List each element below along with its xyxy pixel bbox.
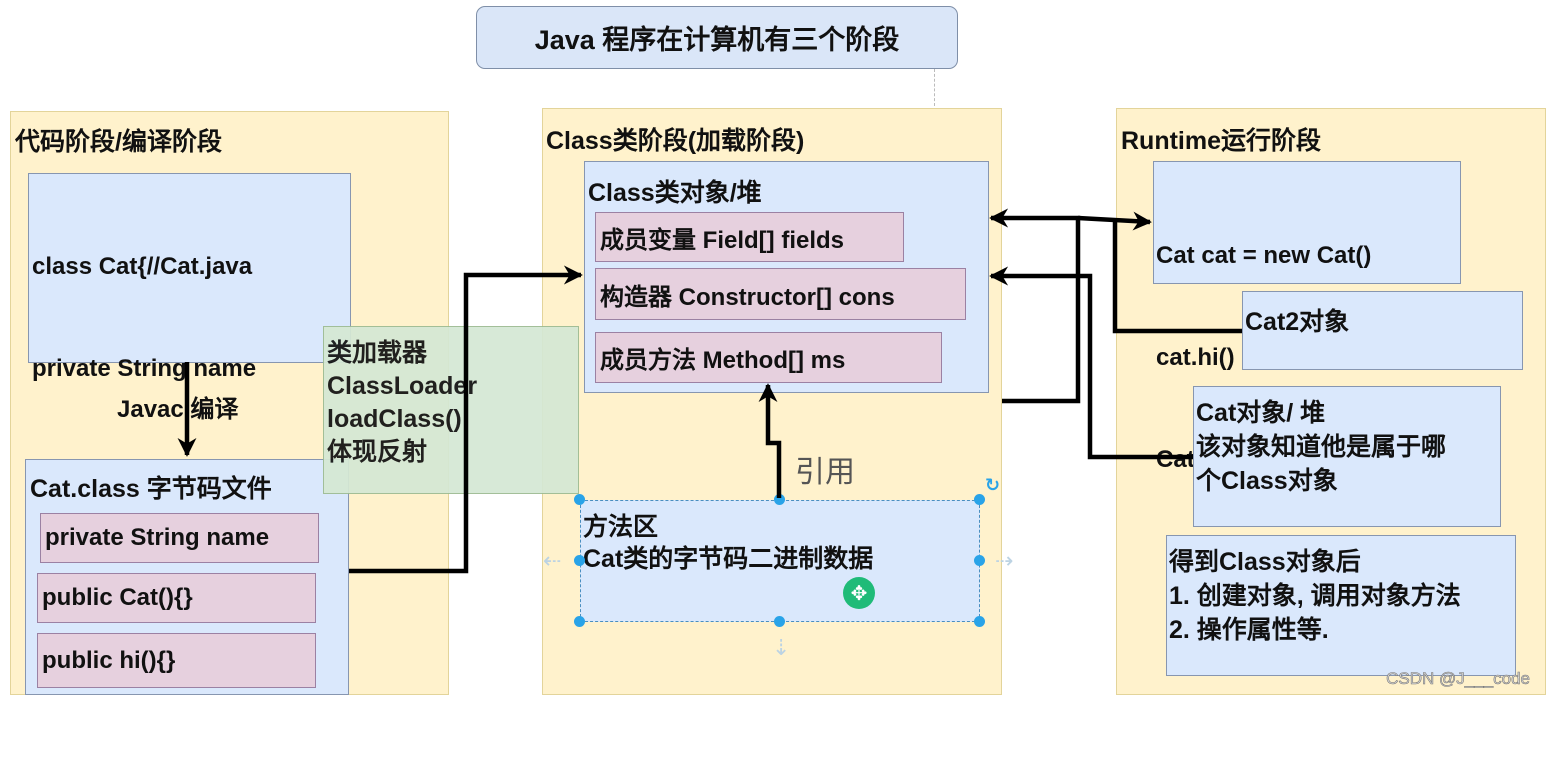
method-area-line: 方法区 [583, 513, 659, 541]
loading-stage-title: Class类阶段(加载阶段) [546, 127, 805, 155]
classloader-line: ClassLoader [327, 372, 478, 400]
javac-compile-label: Javac 编译 [117, 396, 239, 423]
resize-handle-se[interactable] [974, 616, 985, 627]
cat2-object-label: Cat2对象 [1245, 308, 1350, 336]
resize-handle-sw[interactable] [574, 616, 585, 627]
method-area-text: 方法区 Cat类的字节码二进制数据 [583, 511, 873, 575]
resize-handle-nw[interactable] [574, 494, 585, 505]
bytecode-item[interactable]: public Cat(){} [37, 573, 316, 623]
runtime-code-box[interactable]: Cat cat = new Cat() cat.hi() Cat cat2 = … [1153, 161, 1461, 473]
runtime-stage-title: Runtime运行阶段 [1121, 127, 1322, 155]
diagram-title[interactable]: Java 程序在计算机有三个阶段 [476, 6, 958, 69]
class-member-methods[interactable]: 成员方法 Method[] ms [595, 332, 942, 383]
resize-handle-e[interactable] [974, 555, 985, 566]
method-area-box[interactable]: 方法区 Cat类的字节码二进制数据 [580, 500, 980, 622]
class-object-runtime-arrow [989, 208, 1081, 404]
classloader-line: 类加载器 [327, 339, 428, 367]
class-object-title: Class类对象/堆 [588, 179, 762, 207]
class-member-fields[interactable]: 成员变量 Field[] fields [595, 212, 904, 262]
ghost-arrow-left-icon[interactable]: ⇠ [543, 548, 561, 574]
after-class-text: 得到Class对象后 1. 创建对象, 调用对象方法 2. 操作属性等. [1169, 545, 1461, 647]
source-code-box[interactable]: class Cat{//Cat.java private String name… [28, 173, 351, 688]
cat-heap-line: 个Class对象 [1196, 467, 1338, 495]
after-class-line: 2. 操作属性等. [1169, 616, 1329, 644]
bytecode-item[interactable]: private String name [40, 513, 319, 563]
after-class-line: 得到Class对象后 [1169, 548, 1361, 576]
source-line: class Cat{//Cat.java [32, 253, 253, 280]
move-icon-glyph: ✥ [850, 582, 868, 605]
reference-label: 引用 [795, 456, 855, 489]
method-area-line: Cat类的字节码二进制数据 [583, 545, 874, 573]
rotate-handle-icon[interactable]: ↻ [985, 475, 1000, 496]
bytecode-item[interactable]: public hi(){} [37, 633, 316, 688]
cat-heap-line: Cat对象/ 堆 [1196, 399, 1326, 427]
after-class-line: 1. 创建对象, 调用对象方法 [1169, 582, 1461, 610]
cat2-object-box[interactable]: Cat2对象 [1242, 291, 1523, 370]
guide-line [934, 69, 935, 106]
runtime-code-line: Cat cat = new Cat() [1156, 242, 1372, 269]
resize-handle-s[interactable] [774, 616, 785, 627]
resize-handle-n[interactable] [774, 494, 785, 505]
ghost-arrow-right-icon[interactable]: ⇢ [995, 548, 1013, 574]
ghost-arrow-down-icon[interactable]: ⇣ [772, 635, 790, 661]
class-member-text: 成员方法 Method[] ms [600, 347, 846, 374]
after-class-object-box[interactable]: 得到Class对象后 1. 创建对象, 调用对象方法 2. 操作属性等. [1166, 535, 1516, 676]
cat-heap-object-box[interactable]: Cat对象/ 堆 该对象知道他是属于哪 个Class对象 [1193, 386, 1501, 527]
cat-heap-text: Cat对象/ 堆 该对象知道他是属于哪 个Class对象 [1196, 396, 1446, 498]
resize-handle-w[interactable] [574, 555, 585, 566]
compile-stage-title: 代码阶段/编译阶段 [15, 128, 222, 156]
classloader-line: loadClass() [327, 405, 462, 433]
cat-heap-line: 该对象知道他是属于哪 [1196, 433, 1447, 461]
source-line: private String name [32, 355, 257, 382]
classloader-text: 类加载器 ClassLoader loadClass() 体现反射 [327, 337, 477, 469]
bytecode-item-text: private String name [45, 524, 270, 551]
class-member-text: 构造器 Constructor[] cons [600, 283, 895, 311]
bytecode-file-title: Cat.class 字节码文件 [30, 475, 272, 503]
bytecode-item-text: public hi(){} [42, 646, 176, 674]
class-member-text: 成员变量 Field[] fields [600, 226, 845, 254]
class-member-constructors[interactable]: 构造器 Constructor[] cons [595, 268, 966, 320]
classloader-line: 体现反射 [327, 438, 428, 466]
resize-handle-ne[interactable] [974, 494, 985, 505]
diagram-title-text: Java 程序在计算机有三个阶段 [534, 25, 900, 55]
move-handle-icon[interactable]: ✥ [843, 577, 875, 609]
classloader-box[interactable]: 类加载器 ClassLoader loadClass() 体现反射 [323, 326, 579, 494]
watermark: CSDN @J___code [1386, 669, 1530, 689]
bytecode-item-text: public Cat(){} [42, 584, 193, 611]
